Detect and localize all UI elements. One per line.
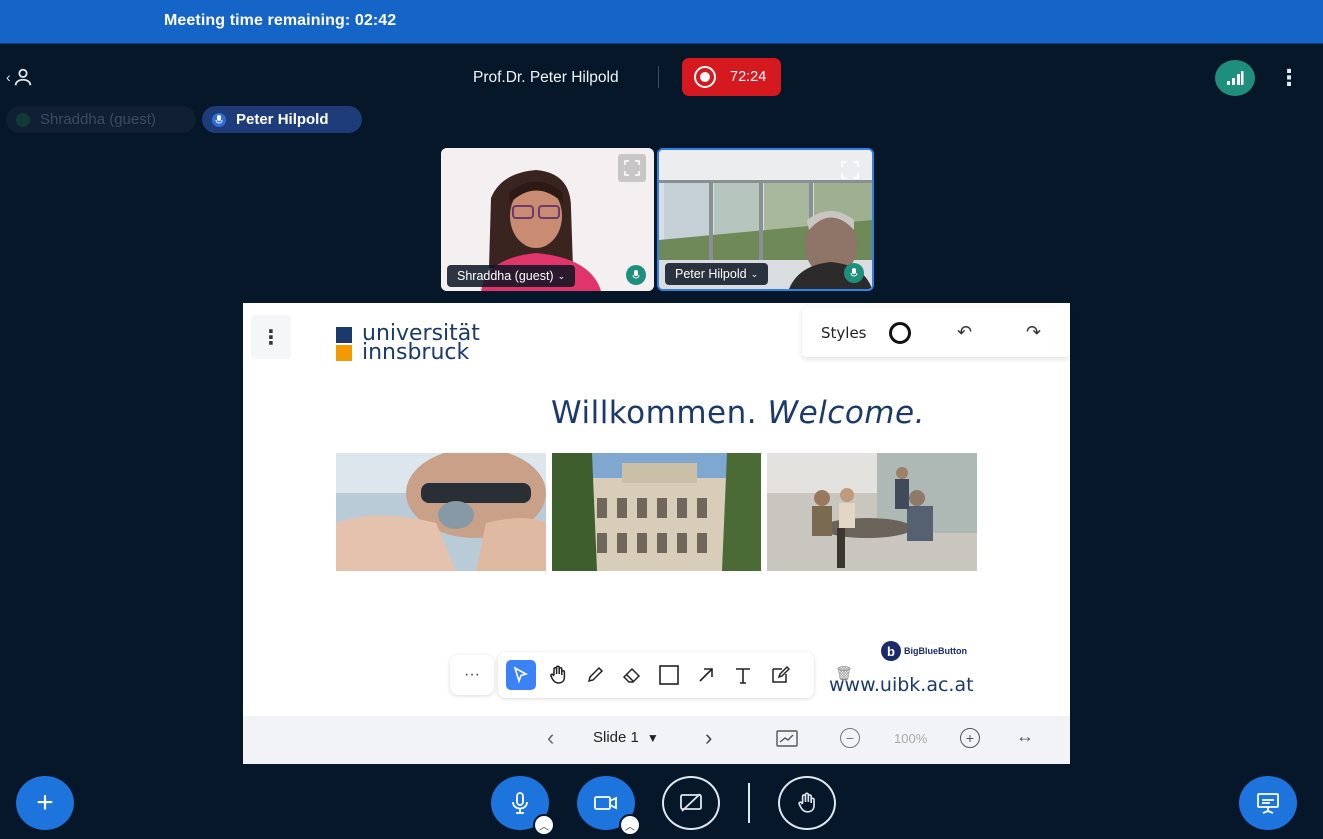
fullscreen-button[interactable]: [836, 156, 864, 184]
video-tile-peter[interactable]: Peter Hilpold ⌄: [657, 148, 874, 291]
raise-hand-button[interactable]: [778, 776, 836, 830]
styles-panel: Styles ↶ ↷: [802, 307, 1070, 357]
sticky-note-tool-icon[interactable]: [765, 660, 795, 690]
rectangle-tool-icon[interactable]: [654, 660, 684, 690]
logo-square-orange: [336, 345, 352, 361]
mic-status-icon: [16, 112, 30, 127]
plus-icon: +: [960, 728, 980, 748]
undo-icon[interactable]: ↶: [957, 322, 972, 343]
expand-icon: [841, 161, 859, 179]
zoom-in-button[interactable]: +: [960, 728, 980, 748]
user-list-toggle-button[interactable]: ‹: [6, 64, 40, 90]
video-name-tag[interactable]: Peter Hilpold ⌄: [665, 263, 769, 285]
presentation-area[interactable]: ⋮ universität innsbruck Styles ↶ ↷ Willk…: [243, 303, 1070, 764]
university-logo: universität innsbruck: [336, 323, 496, 365]
slide-photo-lab: [336, 453, 546, 571]
hand-tool-icon[interactable]: [543, 660, 573, 690]
slide-heading: Willkommen. Welcome.: [551, 395, 925, 431]
talking-indicator-shraddha[interactable]: Shraddha (guest): [6, 106, 196, 133]
camera-button[interactable]: ︿: [577, 776, 641, 836]
recording-indicator[interactable]: 72:24: [682, 58, 781, 96]
mic-icon: [844, 263, 864, 283]
fit-width-icon: ↔: [1016, 726, 1034, 746]
screen-share-button[interactable]: [662, 776, 720, 830]
chart-board-icon: [776, 730, 798, 747]
video-tile-shraddha[interactable]: Shraddha (guest) ⌄: [441, 148, 654, 291]
redo-icon[interactable]: ↷: [1026, 322, 1041, 343]
talker-name: Shraddha (guest): [40, 111, 156, 128]
more-tools-button[interactable]: ···: [450, 655, 494, 695]
mic-icon: [212, 112, 226, 127]
whiteboard-toggle-button[interactable]: [776, 730, 798, 748]
title-divider: [658, 66, 659, 88]
actions-button[interactable]: +: [16, 776, 74, 830]
microphone-button[interactable]: ︿: [491, 776, 555, 836]
bbb-icon: b: [881, 641, 901, 661]
text-tool-icon[interactable]: [728, 660, 758, 690]
select-tool-icon[interactable]: [506, 660, 536, 690]
record-icon: [694, 66, 716, 88]
zoom-out-button[interactable]: −: [840, 728, 860, 748]
meeting-time-banner: Meeting time remaining: 02:42: [0, 0, 1323, 44]
chevron-down-icon: ⌄: [557, 270, 566, 281]
fullscreen-button[interactable]: [618, 154, 646, 182]
more-vertical-icon: ⋮: [1278, 65, 1300, 90]
plus-icon: +: [36, 786, 54, 819]
presentation-menu-button[interactable]: ⋮: [251, 315, 291, 359]
minus-icon: −: [840, 728, 860, 748]
logo-square-blue: [336, 327, 352, 343]
whiteboard-toolbar: [498, 652, 814, 698]
trash-icon[interactable]: 🗑: [835, 665, 853, 682]
eraser-tool-icon[interactable]: [617, 660, 647, 690]
bigbluebutton-logo: b BigBlueButton: [881, 641, 967, 661]
zoom-level[interactable]: 100%: [894, 731, 927, 746]
logo-text-line-2: innsbruck: [362, 340, 470, 365]
video-camera-icon: [594, 796, 617, 810]
audio-options-button[interactable]: ︿: [533, 814, 555, 836]
microphone-icon: [512, 792, 528, 814]
more-horizontal-icon: ···: [464, 666, 480, 683]
video-options-button[interactable]: ︿: [619, 814, 641, 836]
chevron-up-icon: ︿: [625, 821, 635, 833]
controls-divider: [748, 783, 750, 823]
fit-width-button[interactable]: ↔: [1016, 726, 1034, 747]
styles-button[interactable]: Styles: [821, 324, 867, 342]
presentation-controls: ‹ Slide 1 ▼ › − 100% + ↔: [243, 716, 1070, 764]
chevron-down-icon: ⌄: [750, 268, 759, 279]
arrow-tool-icon[interactable]: [691, 660, 721, 690]
chevron-down-icon: ▼: [646, 730, 659, 745]
slide-select[interactable]: Slide 1 ▼: [593, 729, 659, 746]
hand-icon: [798, 792, 815, 813]
user-icon: [14, 68, 31, 86]
more-vertical-icon: ⋮: [261, 326, 281, 349]
screen-share-off-icon: [680, 793, 702, 812]
signal-bars-icon: [1227, 71, 1244, 85]
options-menu-button[interactable]: ⋮: [1277, 64, 1301, 92]
color-circle-icon[interactable]: [889, 322, 911, 344]
meeting-time-remaining: Meeting time remaining: 02:42: [164, 12, 397, 29]
next-slide-button[interactable]: ›: [705, 725, 712, 751]
talker-name: Peter Hilpold: [236, 111, 329, 128]
previous-slide-button[interactable]: ‹: [547, 725, 554, 751]
mic-icon: [626, 265, 646, 285]
meeting-title: Prof.Dr. Peter Hilpold: [473, 69, 619, 86]
chevron-up-icon: ︿: [539, 821, 549, 833]
pencil-tool-icon[interactable]: [580, 660, 610, 690]
video-name-tag[interactable]: Shraddha (guest) ⌄: [447, 265, 576, 287]
presentation-icon: [1257, 793, 1279, 814]
presentation-toggle-button[interactable]: [1239, 776, 1297, 830]
chevron-left-icon: ‹: [6, 69, 11, 85]
recording-time: 72:24: [730, 69, 767, 85]
talking-indicator-peter[interactable]: Peter Hilpold: [202, 106, 362, 133]
slide-photo-building: [552, 453, 761, 571]
connection-status-button[interactable]: [1215, 60, 1255, 96]
expand-icon: [624, 160, 640, 176]
slide-photo-students: [767, 453, 977, 571]
